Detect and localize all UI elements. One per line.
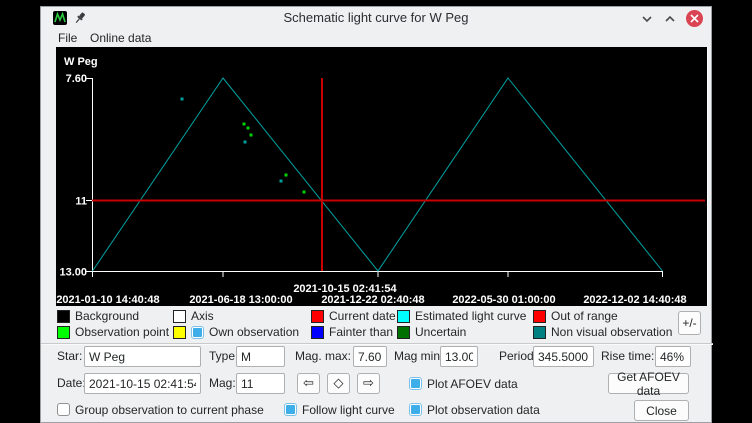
- plot-afoev-checkbox[interactable]: [409, 377, 422, 390]
- light-curve-window: Schematic light curve for W Peg File Onl…: [40, 6, 712, 423]
- y-tick-label: 13.00: [59, 267, 87, 279]
- x-tick-label: 2021-06-18 13:00:00: [189, 294, 292, 306]
- legend-item-observation-point: Observation point: [57, 325, 169, 339]
- x-tick-label: 2022-12-02 14:40:48: [583, 294, 686, 306]
- plus-minus-button[interactable]: +/-: [678, 311, 701, 335]
- mag-max-label: Mag. max:: [295, 346, 351, 367]
- menu-online-data[interactable]: Online data: [88, 29, 153, 47]
- observation-point: [285, 174, 288, 177]
- rise-time-input[interactable]: [655, 346, 691, 367]
- background-color-swatch[interactable]: [57, 310, 70, 323]
- own-observation-checkbox[interactable]: [191, 326, 204, 339]
- type-label: Type:: [209, 346, 238, 367]
- star-input[interactable]: [84, 346, 201, 367]
- plot-observation-label: Plot observation data: [427, 403, 540, 417]
- period-label: Period:: [499, 346, 537, 367]
- current-date-color-swatch[interactable]: [311, 310, 324, 323]
- plot-observation-checkbox[interactable]: [409, 403, 422, 416]
- uncertain-color-swatch[interactable]: [397, 326, 410, 339]
- group-observation-label: Group observation to current phase: [75, 403, 264, 417]
- mag-label: Mag:: [209, 373, 236, 394]
- y-tick-label: 11: [75, 196, 87, 208]
- own-observation-color-swatch[interactable]: [173, 326, 186, 339]
- date-input[interactable]: [84, 373, 201, 394]
- minimize-button[interactable]: [638, 10, 655, 27]
- step-back-button[interactable]: ⇦: [297, 373, 320, 394]
- mag-input[interactable]: [236, 373, 285, 394]
- axis-color-swatch[interactable]: [173, 310, 186, 323]
- follow-light-curve-label: Follow light curve: [302, 403, 395, 417]
- group-observation-checkbox[interactable]: [57, 403, 70, 416]
- legend-item-estimated-light-curve: Estimated light curve: [397, 309, 526, 323]
- x-tick-label: 2021-12-22 02:40:48: [321, 294, 424, 306]
- legend-item-uncertain: Uncertain: [397, 325, 466, 339]
- estimated-light-curve: [93, 78, 663, 271]
- observation-point: [250, 134, 253, 137]
- desktop: { "window": { "title": "Schematic light …: [0, 0, 752, 423]
- period-input[interactable]: [533, 346, 594, 367]
- legend-item-fainter-than: Fainter than: [311, 325, 393, 339]
- date-label: Date:: [57, 373, 86, 394]
- x-tick-label: 2021-01-10 14:40:48: [56, 294, 159, 306]
- light-curve-plot[interactable]: W Peg 7.60 11 13.00 2021-10-15 02:41:54 …: [56, 47, 708, 306]
- x-tick-label: 2022-05-30 01:00:00: [452, 294, 555, 306]
- estimated-curve-color-swatch[interactable]: [397, 310, 410, 323]
- observation-point-color-swatch[interactable]: [57, 326, 70, 339]
- window-title: Schematic light curve for W Peg: [41, 7, 711, 29]
- get-afoev-data-button[interactable]: Get AFOEV data: [608, 373, 689, 394]
- out-of-range-color-swatch[interactable]: [533, 310, 546, 323]
- legend-item-background: Background: [57, 309, 139, 323]
- type-input[interactable]: [236, 346, 285, 367]
- legend-item-axis: Axis: [173, 309, 214, 323]
- fainter-than-color-swatch[interactable]: [311, 326, 324, 339]
- legend-item-current-date: Current date: [311, 309, 396, 323]
- follow-light-curve-checkbox[interactable]: [284, 403, 297, 416]
- legend-item-own-observation: Own observation: [173, 325, 299, 339]
- close-window-button[interactable]: [686, 10, 703, 27]
- plot-star-label: W Peg: [64, 56, 98, 68]
- step-forward-button[interactable]: ⇨: [357, 373, 380, 394]
- titlebar[interactable]: Schematic light curve for W Peg: [41, 7, 711, 30]
- non-visual-observation-point: [244, 141, 247, 144]
- menubar: File Online data: [41, 29, 711, 47]
- observation-point: [247, 127, 250, 130]
- non-visual-color-swatch[interactable]: [533, 326, 546, 339]
- mag-min-input[interactable]: [440, 346, 478, 367]
- separator: [41, 343, 713, 345]
- observation-point: [303, 191, 306, 194]
- maximize-button[interactable]: [661, 10, 678, 27]
- non-visual-observation-point: [280, 180, 283, 183]
- mag-min-label: Mag min:: [394, 346, 443, 367]
- observation-point: [243, 123, 246, 126]
- jump-extremum-button[interactable]: ◇: [327, 373, 350, 394]
- star-label: Star:: [57, 346, 82, 367]
- rise-time-label: Rise time:: [601, 346, 654, 367]
- close-button[interactable]: Close: [634, 400, 689, 421]
- plot-afoev-label: Plot AFOEV data: [427, 377, 518, 391]
- observation-points: [181, 98, 306, 194]
- non-visual-observation-point: [181, 98, 184, 101]
- legend-item-out-of-range: Out of range: [533, 309, 618, 323]
- y-tick-label: 7.60: [66, 73, 87, 85]
- legend-item-non-visual-observation: Non visual observation: [533, 325, 672, 339]
- menu-file[interactable]: File: [56, 29, 79, 47]
- mag-max-input[interactable]: [353, 346, 387, 367]
